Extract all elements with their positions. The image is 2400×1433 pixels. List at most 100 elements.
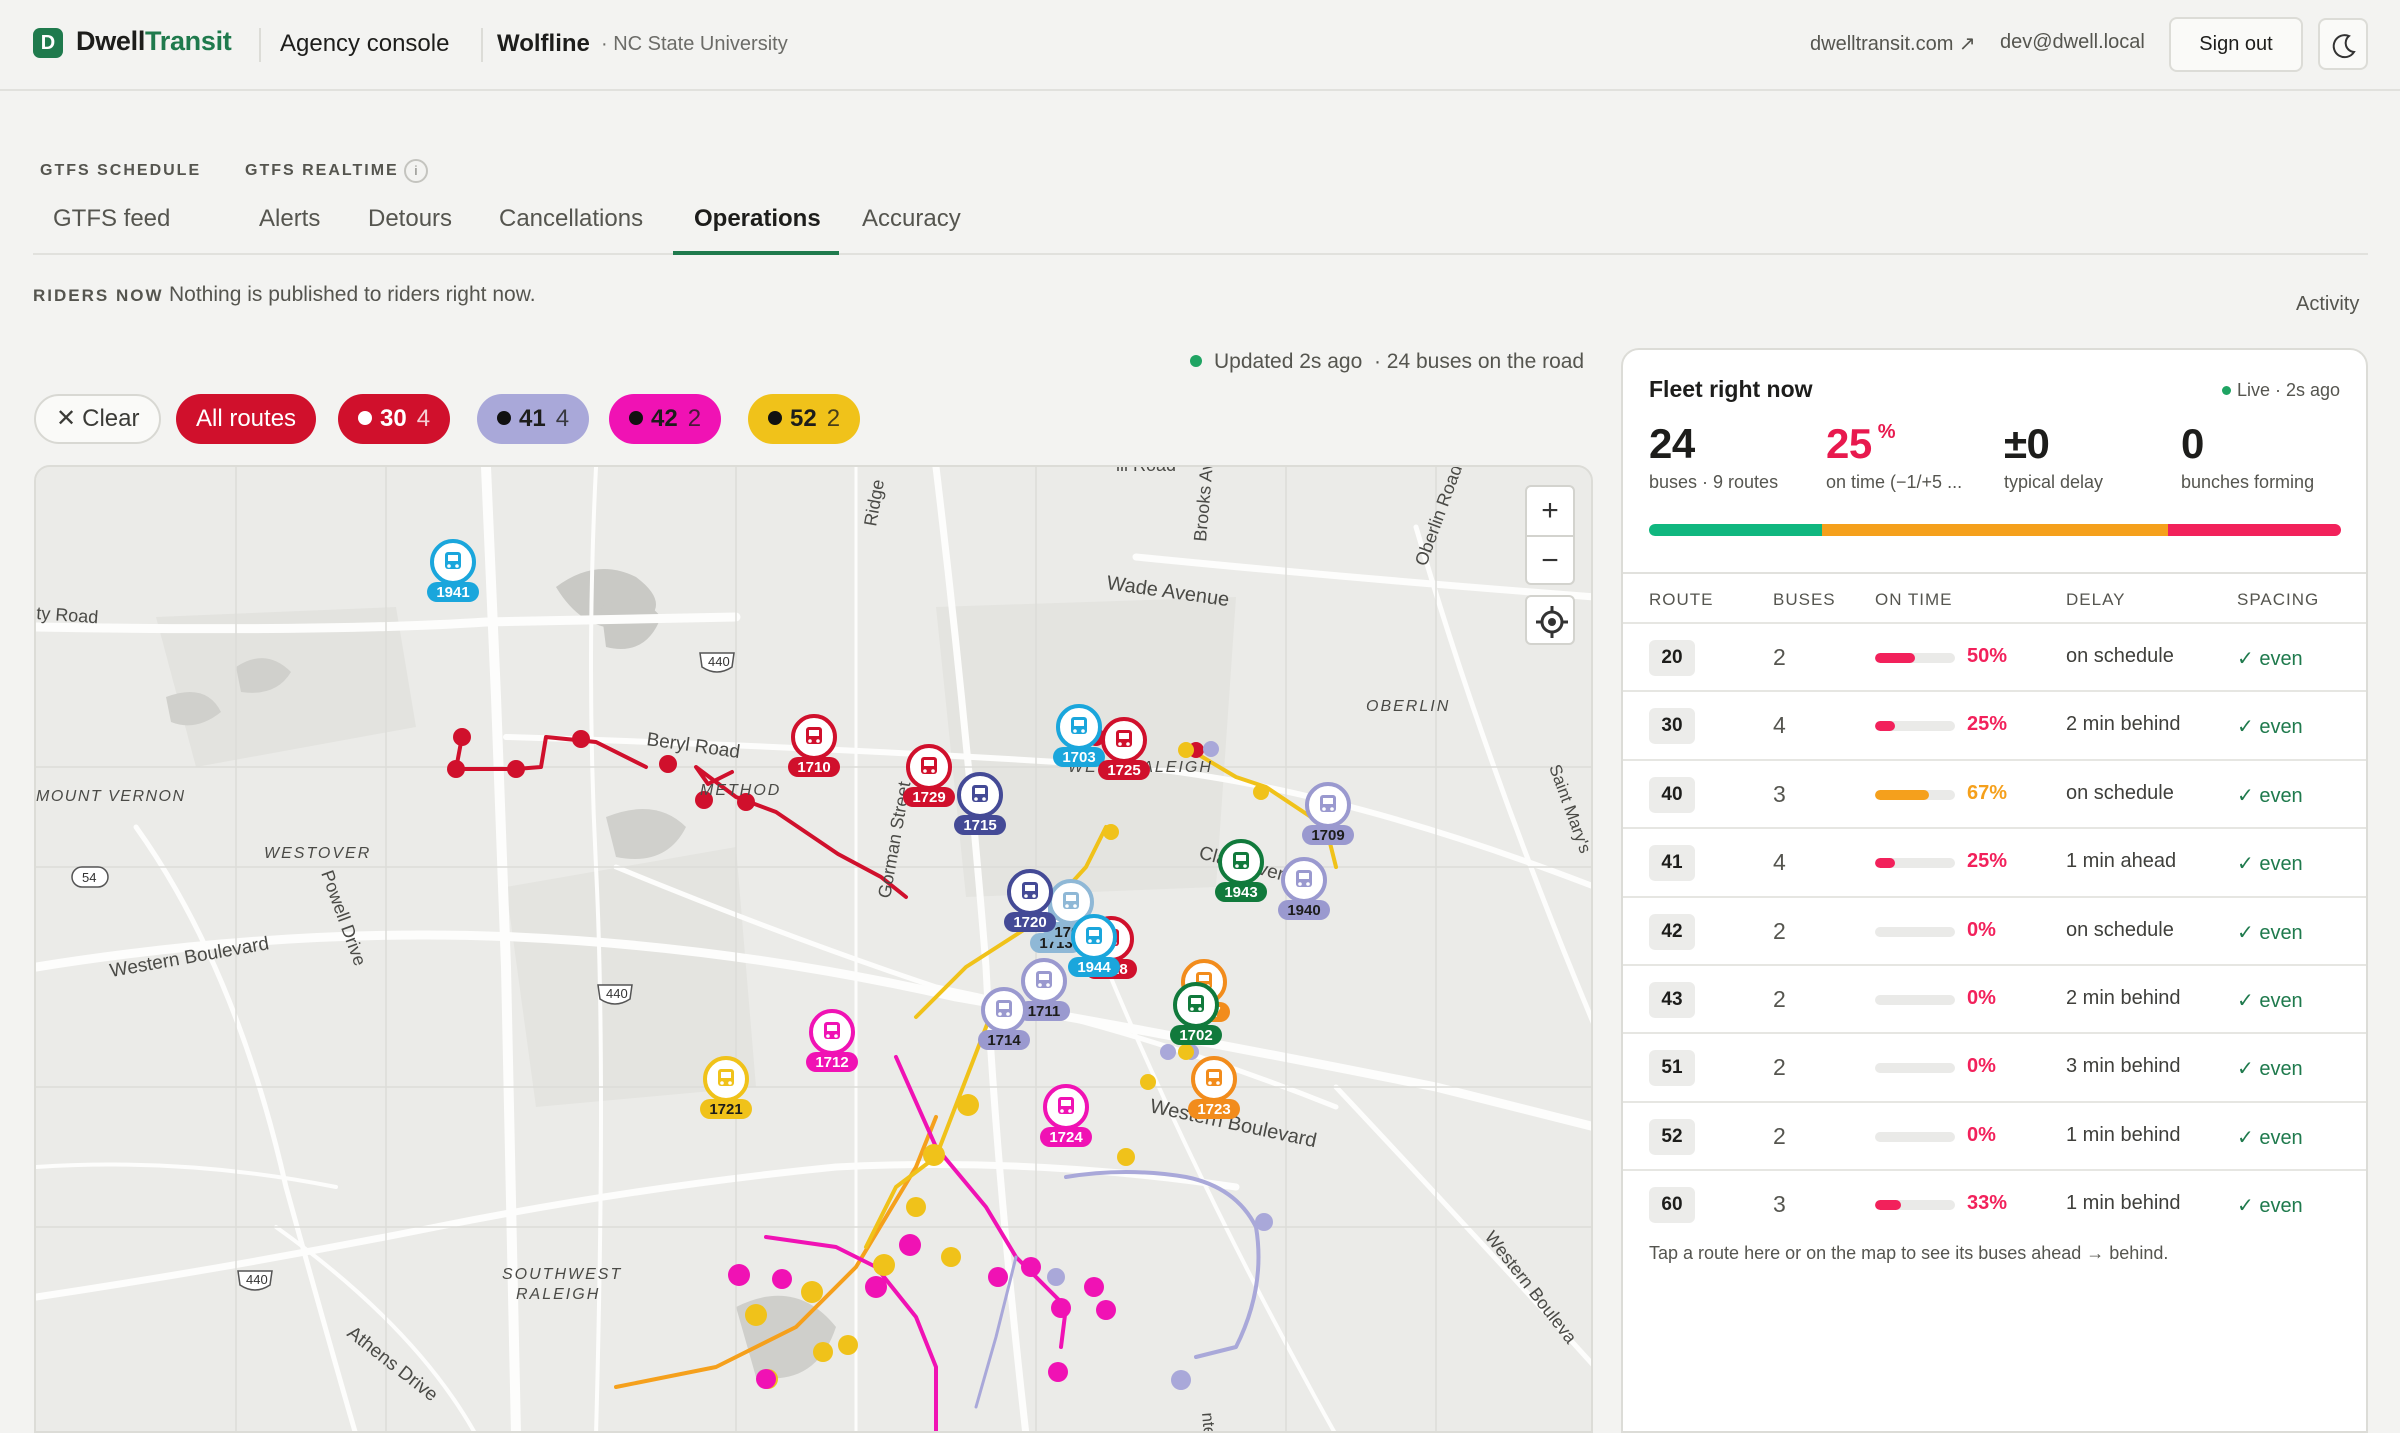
route-bus-count: 4 (1773, 849, 1786, 876)
on-time-percent: 0% (1967, 1055, 1996, 1078)
kpi-label: bunches forming (2181, 472, 2315, 492)
bus-icon (1058, 1097, 1074, 1114)
route-delay: 3 min behind (2066, 1055, 2181, 1078)
tab-gtfs-feed[interactable]: GTFS feed (53, 205, 170, 233)
bus-marker[interactable]: 1715 (954, 772, 1006, 835)
bus-marker[interactable]: 1724 (1040, 1084, 1092, 1147)
zoom-in-button[interactable]: + (1527, 487, 1573, 535)
bus-marker[interactable]: 1712 (806, 1009, 858, 1072)
map-label-mount-vernon: MOUNT VERNON (36, 788, 186, 805)
route-bus-count: 2 (1773, 986, 1786, 1012)
kpi-bunches: 0 bunches forming (2181, 420, 2314, 493)
map-canvas[interactable]: Wade Avenue Oberlin Road OBERLIN Brooks … (36, 467, 1593, 1433)
bus-id-label: 1702 (1179, 1027, 1212, 1044)
bus-marker[interactable]: 1729 (903, 744, 955, 807)
bus-marker[interactable]: 1723 (1188, 1056, 1240, 1119)
route-bus-count: 2 (1773, 644, 1786, 670)
bus-marker[interactable]: 1710 (788, 714, 840, 777)
bus-marker[interactable]: 1944 (1068, 914, 1120, 977)
kpi-value: 24 (1649, 420, 1695, 467)
bus-icon (1063, 892, 1079, 909)
route-row[interactable]: 52 2 0% 1 min behind ✓ even (1623, 1100, 2366, 1169)
brand-logo-icon[interactable]: D (33, 28, 63, 58)
on-time-percent: 25% (1967, 713, 2008, 736)
route-spacing: ✓ even (2237, 648, 2303, 670)
route-spacing: ✓ even (2237, 716, 2303, 739)
shield-440: 440 (597, 984, 633, 1005)
locate-icon (1536, 606, 1568, 638)
tab-cancellations[interactable]: Cancellations (499, 205, 643, 233)
chip-route: 52 (790, 405, 817, 432)
bus-marker[interactable]: 1714 (978, 987, 1030, 1050)
route-chip-42[interactable]: 42 2 (609, 394, 722, 444)
svg-text:440: 440 (708, 654, 730, 669)
on-time-track (1875, 789, 1955, 800)
on-time-track (1875, 1063, 1955, 1074)
bus-marker[interactable]: 1941 (427, 539, 479, 602)
bus-icon (1320, 795, 1336, 812)
bus-marker[interactable]: 1943 (1215, 839, 1267, 902)
agency-name[interactable]: Wolfline (497, 30, 590, 58)
route-row[interactable]: 20 2 50% on schedule ✓ even (1623, 622, 2366, 690)
route-delay: on schedule (2066, 918, 2174, 941)
bus-icon (1086, 927, 1102, 944)
bus-icon (1116, 730, 1132, 747)
zoom-out-button[interactable]: − (1527, 537, 1573, 585)
fleet-footnote: Tap a route here or on the map to see it… (1649, 1243, 2169, 1263)
bus-id-label: 1712 (815, 1054, 848, 1071)
clear-filter-button[interactable]: ✕ Clear (34, 394, 162, 444)
bus-id-label: 1724 (1049, 1129, 1083, 1146)
chip-route: 41 (519, 405, 546, 432)
route-delay: on schedule (2066, 645, 2174, 667)
fleet-live-text: Live · 2s ago (2236, 380, 2340, 400)
top-bar: D DwellTransit Agency console Wolfline ·… (0, 0, 2400, 91)
bus-marker[interactable]: 1725 (1098, 717, 1150, 780)
sign-out-button[interactable]: Sign out (2169, 17, 2303, 72)
route-row[interactable]: 51 2 0% 3 min behind ✓ even (1623, 1032, 2366, 1100)
tab-alerts[interactable]: Alerts (259, 205, 320, 233)
info-icon[interactable]: i (404, 159, 428, 183)
column-header-spacing: SPACING (2237, 590, 2320, 609)
route-chip-30[interactable]: 30 4 (338, 394, 451, 444)
locate-button[interactable] (1525, 595, 1575, 645)
brand-name[interactable]: DwellTransit (76, 26, 232, 57)
bus-icon (996, 1000, 1012, 1017)
bus-marker[interactable]: 1702 (1170, 982, 1222, 1045)
bus-id-label: 1943 (1224, 884, 1257, 901)
updated-text: Updated 2s ago (1214, 350, 1363, 373)
live-map[interactable]: Wade Avenue Oberlin Road OBERLIN Brooks … (34, 465, 1593, 1433)
route-row[interactable]: 42 2 0% on schedule ✓ even (1623, 895, 2366, 964)
bus-id-label: 1720 (1013, 914, 1046, 931)
bus-id-label: 1710 (797, 759, 830, 776)
route-delay: 2 min behind (2066, 713, 2181, 736)
route-row[interactable]: 60 3 33% 1 min behind ✓ even (1623, 1169, 2366, 1237)
bus-marker[interactable]: 1940 (1278, 857, 1330, 920)
bus-marker[interactable]: 1720 (1004, 869, 1056, 932)
bus-icon (972, 785, 988, 802)
bus-marker[interactable]: 1709 (1302, 782, 1354, 845)
map-label-hill-road: ill Road (1116, 467, 1176, 475)
route-row[interactable]: 40 3 67% on schedule ✓ even (1623, 758, 2366, 827)
all-routes-chip[interactable]: All routes (176, 394, 317, 444)
route-badge: 51 (1649, 1050, 1695, 1087)
bus-id-label: 1941 (436, 584, 469, 601)
route-chip-52[interactable]: 52 2 (748, 394, 861, 444)
theme-toggle-button[interactable] (2318, 18, 2368, 70)
tab-operations[interactable]: Operations (694, 205, 821, 233)
bus-marker[interactable]: 1703 (1053, 704, 1105, 767)
route-row[interactable]: 41 4 25% 1 min ahead ✓ even (1623, 827, 2366, 895)
tab-detours[interactable]: Detours (368, 205, 452, 233)
kpi-on-time: 25% on time (−1/+5 ... (1826, 420, 1962, 493)
group-label-realtime: GTFS REALTIME (245, 162, 399, 179)
route-chip-41[interactable]: 41 4 (477, 394, 590, 444)
map-label-oberlin: OBERLIN (1366, 698, 1450, 715)
site-link[interactable]: dwelltransit.com ↗ (1810, 31, 1976, 56)
chip-count: 4 (555, 405, 570, 432)
bus-marker[interactable]: 1721 (700, 1056, 752, 1119)
kpi-buses: 24 buses · 9 routes (1649, 420, 1778, 493)
route-row[interactable]: 30 4 25% 2 min behind ✓ even (1623, 690, 2366, 758)
activity-link[interactable]: Activity (2296, 293, 2359, 316)
tab-accuracy[interactable]: Accuracy (862, 205, 961, 233)
route-badge: 60 (1649, 1187, 1695, 1224)
route-row[interactable]: 43 2 0% 2 min behind ✓ even (1623, 964, 2366, 1032)
